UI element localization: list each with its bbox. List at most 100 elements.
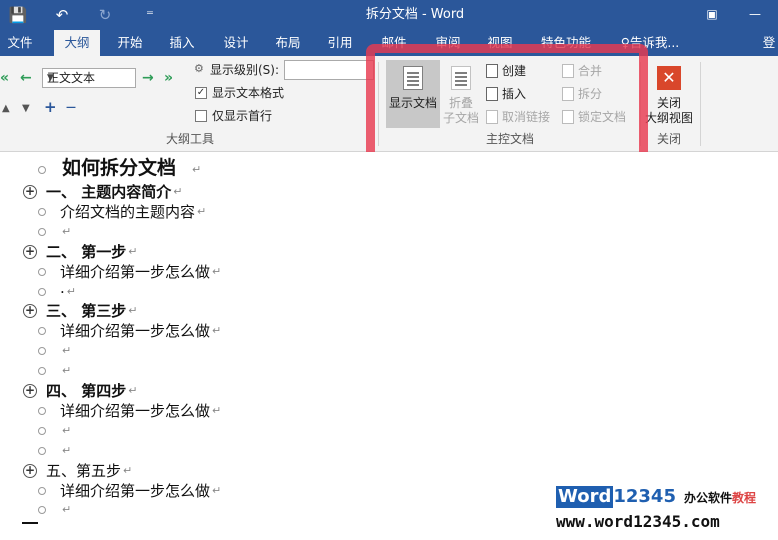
expand-heading-icon[interactable]: + [23, 185, 37, 199]
outline-bullet-icon [38, 208, 46, 216]
chevron-down-icon: ▼ [47, 73, 54, 83]
document-end-marker [22, 522, 38, 524]
outline-line[interactable]: + 五、第五步 ↵ [0, 461, 778, 481]
watermark-slogan-1: 办公软件 [683, 491, 732, 505]
paragraph-mark: ↵ [123, 464, 133, 477]
paragraph-mark: ↵ [197, 205, 207, 218]
close-outline-view-label-1[interactable]: 关闭 [644, 96, 694, 110]
watermark-brand-rest: 12345 [613, 486, 676, 507]
paragraph-mark: ↵ [128, 304, 138, 317]
show-level-icon: ⚙ [194, 62, 204, 75]
outline-line[interactable]: + 四、 第四步 ↵ [0, 381, 778, 401]
outline-bullet-icon [38, 447, 46, 455]
show-text-format-label: 显示文本格式 [212, 86, 285, 100]
tab-file[interactable]: 文件 [0, 30, 40, 56]
show-text-format-checkbox[interactable]: ✓ [195, 87, 207, 99]
tab-layout[interactable]: 布局 [268, 30, 308, 56]
outline-line[interactable]: + 二、 第一步 ↵ [0, 242, 778, 262]
save-icon[interactable]: 💾 [8, 4, 28, 26]
tab-design[interactable]: 设计 [216, 30, 256, 56]
outline-line-text: 详细介绍第一步怎么做 [60, 402, 211, 420]
outline-bullet-icon [38, 347, 46, 355]
title-bar: 💾 ↶ ↻ ⁼ 拆分文档 - Word ▣ — [0, 0, 778, 30]
paragraph-mark: ↵ [212, 484, 222, 497]
document-title: 如何拆分文档 [62, 157, 177, 179]
minimize-icon[interactable]: — [745, 5, 765, 23]
window-title: 拆分文档 - Word [365, 7, 465, 22]
outline-line[interactable]: 详细介绍第一步怎么做 ↵ [0, 321, 778, 341]
collapse-icon[interactable]: — [66, 101, 76, 115]
paragraph-mark: ↵ [62, 424, 72, 437]
watermark-slogan-2: 教程 [731, 491, 756, 505]
expand-heading-icon[interactable]: + [23, 304, 37, 318]
move-down-icon[interactable]: ▼ [22, 102, 30, 116]
ribbon-display-options-icon[interactable]: ▣ [702, 5, 722, 23]
show-level-dropdown[interactable] [284, 60, 374, 80]
demote-to-body-icon[interactable]: » [164, 70, 173, 86]
outline-bullet-icon [38, 506, 46, 514]
promote-to-heading1-icon[interactable]: « [0, 70, 9, 86]
paragraph-mark: ↵ [212, 404, 222, 417]
outline-tools-group-label: 大纲工具 [165, 132, 214, 146]
close-outline-view-icon[interactable]: ✕ [657, 66, 681, 90]
outline-bullet-icon [38, 407, 46, 415]
show-first-line-only-checkbox[interactable] [195, 110, 207, 122]
document-canvas[interactable]: 如何拆分文档 ↵ + 一、 主题内容简介 ↵ 介绍文档的主题内容 ↵ ↵ + 二、 第一步 ↵ 详… [0, 152, 778, 540]
outline-line-text: 四、 第四步 [46, 382, 127, 400]
outline-line[interactable]: ↵ [0, 421, 778, 441]
outline-line[interactable]: · ↵ [0, 282, 778, 302]
paragraph-mark: ↵ [173, 185, 183, 198]
outline-line-text: 三、 第三步 [46, 302, 127, 320]
outline-bullet-icon [38, 487, 46, 495]
promote-icon[interactable]: ← [20, 70, 32, 86]
tab-outline[interactable]: 大纲 [54, 30, 100, 56]
close-group-label: 关闭 [656, 132, 681, 146]
outline-line-text: 五、第五步 [46, 462, 122, 480]
customize-quick-access-icon[interactable]: ⁼ [140, 4, 160, 26]
tab-references[interactable]: 引用 [320, 30, 360, 56]
sign-in-link[interactable]: 登 [760, 30, 778, 56]
paragraph-mark: ↵ [212, 324, 222, 337]
watermark-brand-box: Word [556, 486, 614, 508]
outline-line-text: 详细介绍第一步怎么做 [60, 322, 211, 340]
outline-title-row[interactable]: 如何拆分文档 ↵ [0, 157, 778, 180]
highlight-annotation [366, 44, 648, 164]
word-window: 💾 ↶ ↻ ⁼ 拆分文档 - Word ▣ — 文件 大纲 开始 插入 设计 布… [0, 0, 778, 540]
outline-bullet-icon [38, 228, 46, 236]
tab-insert[interactable]: 插入 [162, 30, 202, 56]
paragraph-mark: ↵ [62, 344, 72, 357]
outline-line[interactable]: + 三、 第三步 ↵ [0, 301, 778, 321]
outline-bullet-icon [38, 288, 46, 296]
outline-line[interactable]: 详细介绍第一步怎么做 ↵ [0, 262, 778, 282]
outline-level-dropdown[interactable]: 正文文本 ▼ [42, 68, 136, 88]
group-divider [700, 62, 701, 146]
outline-line[interactable]: ↵ [0, 222, 778, 242]
move-up-icon[interactable]: ▲ [2, 102, 10, 116]
expand-icon[interactable]: + [44, 100, 57, 115]
outline-line[interactable]: ↵ [0, 441, 778, 461]
outline-line[interactable]: 介绍文档的主题内容 ↵ [0, 202, 778, 222]
outline-line-text: 二、 第一步 [46, 243, 127, 261]
outline-line-text: 介绍文档的主题内容 [60, 203, 196, 221]
close-outline-view-label-2[interactable]: 大纲视图 [642, 111, 696, 125]
expand-heading-icon[interactable]: + [23, 464, 37, 478]
undo-icon[interactable]: ↶ [52, 4, 72, 26]
outline-bullet-icon [38, 327, 46, 335]
outline-line[interactable]: + 一、 主题内容简介 ↵ [0, 182, 778, 202]
paragraph-mark: ↵ [62, 225, 72, 238]
demote-icon[interactable]: → [142, 70, 154, 86]
show-level-label: 显示级别(S): [210, 63, 280, 77]
outline-line[interactable]: 详细介绍第一步怎么做 ↵ [0, 401, 778, 421]
paragraph-mark: ↵ [192, 163, 202, 176]
outline-line-text: · [60, 283, 65, 301]
watermark-logo: Word 12345 办公软件教程 [556, 486, 756, 510]
redo-icon[interactable]: ↻ [95, 4, 115, 26]
paragraph-mark: ↵ [62, 503, 72, 516]
outline-line[interactable]: ↵ [0, 361, 778, 381]
expand-heading-icon[interactable]: + [23, 384, 37, 398]
outline-bullet-icon [38, 367, 46, 375]
outline-line[interactable]: ↵ [0, 341, 778, 361]
paragraph-mark: ↵ [128, 245, 138, 258]
tab-home[interactable]: 开始 [110, 30, 150, 56]
expand-heading-icon[interactable]: + [23, 245, 37, 259]
